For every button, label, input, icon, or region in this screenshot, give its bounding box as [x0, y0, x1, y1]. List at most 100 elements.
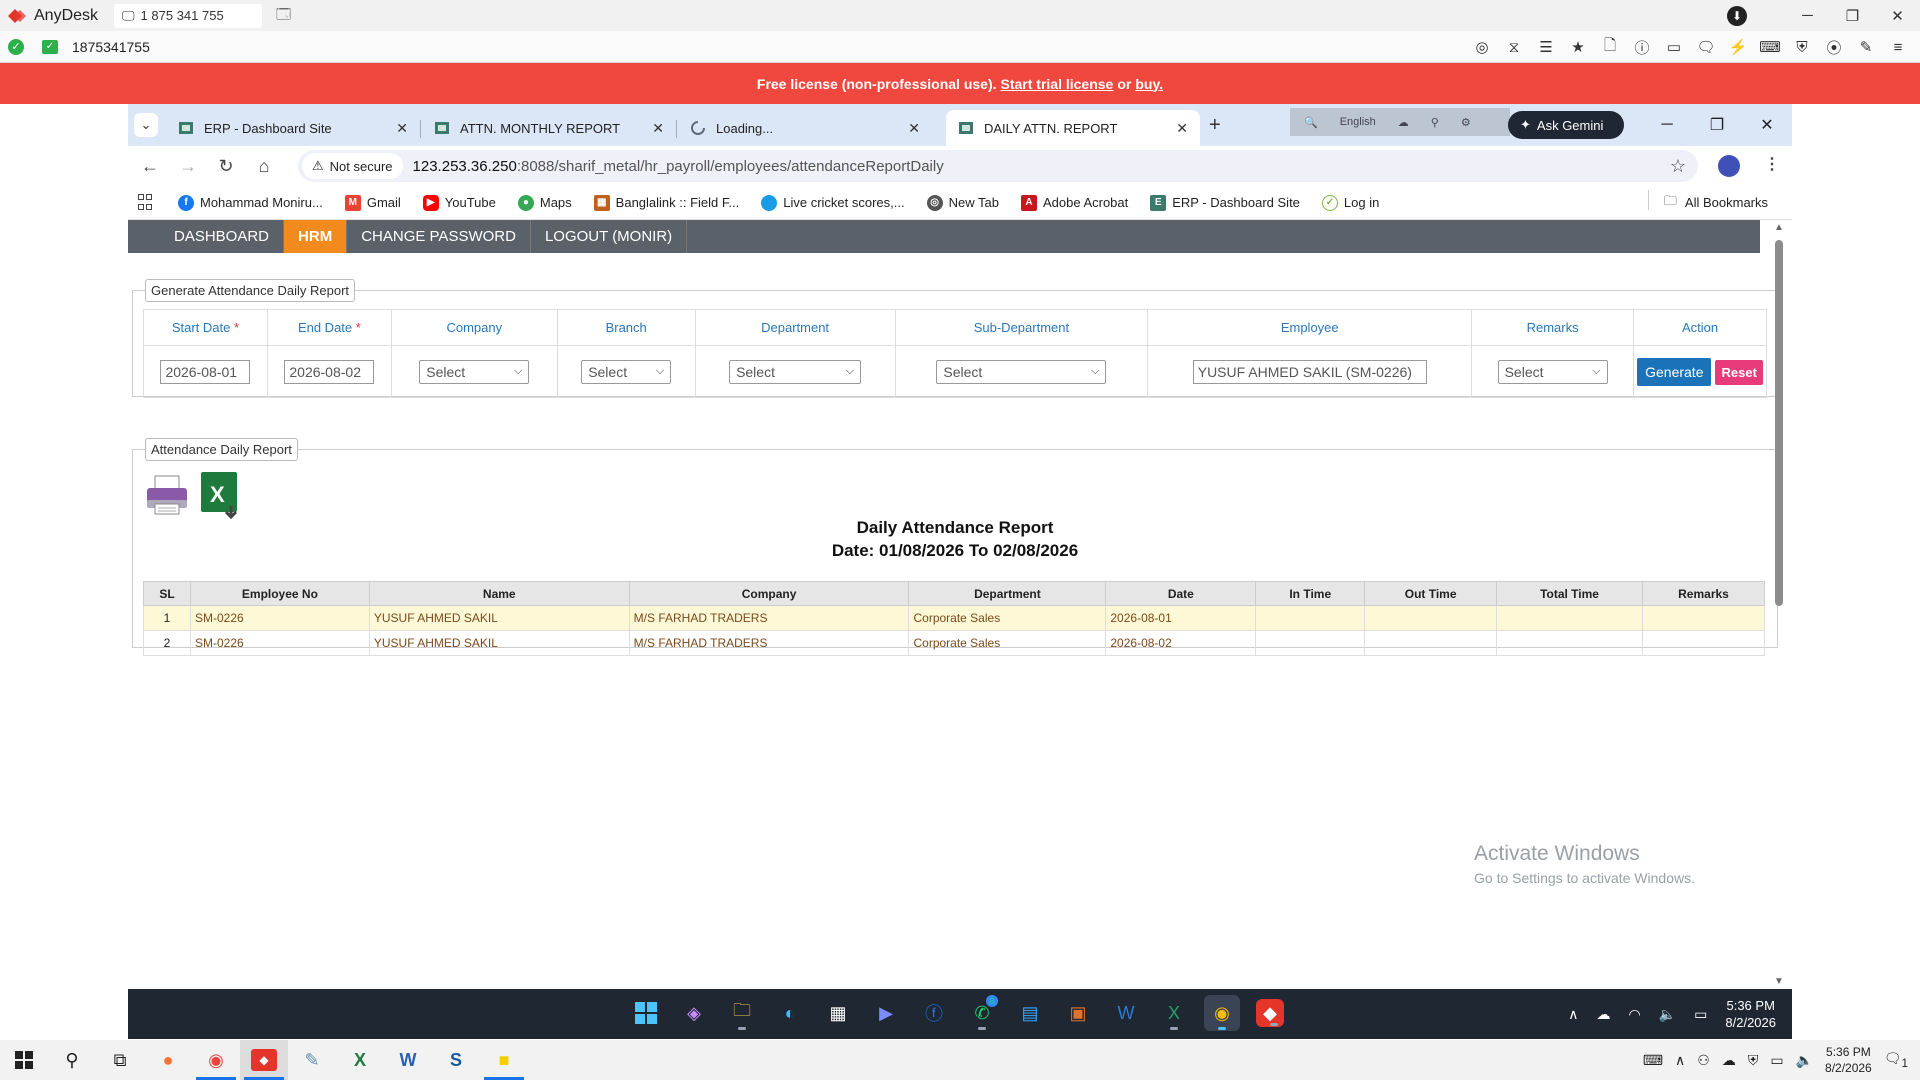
remote-screen[interactable]: ⌄ ERP - Dashboard Site ✕ ATTN. MONTHLY R… — [128, 104, 1792, 989]
windows-start-icon[interactable] — [0, 1040, 48, 1080]
volume-icon[interactable]: 🔈 — [1659, 1006, 1676, 1023]
table-row[interactable]: 1 SM-0226 YUSUF AHMED SAKIL M/S FARHAD T… — [143, 605, 1766, 631]
tab-search-icon[interactable]: ⌄ — [134, 113, 158, 137]
actions-icon[interactable]: ⚡ — [1728, 37, 1748, 57]
remote-address[interactable]: 1875341755 — [72, 39, 150, 55]
download-icon[interactable]: ⬇ — [1727, 5, 1747, 26]
file-explorer-icon[interactable]: 🗀 — [724, 995, 760, 1031]
apps-grid-icon[interactable] — [138, 193, 156, 212]
start-trial-link[interactable]: Start trial license — [1001, 76, 1114, 92]
wifi-icon[interactable]: ◠ — [1629, 1006, 1641, 1023]
browser-close-button[interactable]: ✕ — [1742, 115, 1792, 135]
timer-icon[interactable]: ⧖ — [1504, 37, 1524, 57]
excel-icon[interactable]: X — [1156, 995, 1192, 1031]
notification-icon[interactable]: 🗨1 — [1884, 1050, 1908, 1070]
sub-department-select[interactable]: Select ⌵ — [936, 359, 1107, 384]
bookmark-item[interactable]: ◎ New Tab — [926, 194, 999, 211]
privacy-icon[interactable]: ◎ — [1472, 37, 1492, 57]
tab-close-icon[interactable]: ✕ — [1176, 120, 1188, 137]
tab-attn-monthly[interactable]: ATTN. MONTHLY REPORT ✕ — [422, 110, 677, 146]
volume-icon[interactable]: 🔈 — [1796, 1052, 1813, 1069]
menu-hrm[interactable]: HRM — [284, 220, 348, 253]
database-icon[interactable]: ☰ — [1536, 37, 1556, 57]
tray-chevron-icon[interactable]: ∧ — [1675, 1052, 1685, 1069]
bookmark-item[interactable]: f Mohammad Moniru... — [178, 194, 323, 211]
tab-daily-attn[interactable]: DAILY ATTN. REPORT ✕ — [946, 110, 1200, 146]
excel-export-icon[interactable]: X — [199, 470, 243, 520]
all-bookmarks-button[interactable]: 🗀 All Bookmarks — [1647, 189, 1768, 214]
menu-icon[interactable]: ≡ — [1888, 37, 1908, 57]
tab-erp-dashboard[interactable]: ERP - Dashboard Site ✕ — [166, 110, 421, 146]
bookmark-star-icon[interactable]: ☆ — [1670, 156, 1686, 177]
file-icon[interactable]: 🗋 — [1600, 37, 1620, 57]
word-icon[interactable]: W — [384, 1040, 432, 1080]
edge-icon[interactable]: ◐ — [772, 995, 808, 1031]
home-icon[interactable]: ⌂ — [248, 156, 280, 177]
address-bar[interactable]: ⚠ Not secure 123.253.36.250:8088/sharif_… — [298, 150, 1698, 182]
zoom-icon[interactable]: 🔍 — [1304, 116, 1318, 129]
onedrive-icon[interactable]: ☁ — [1722, 1052, 1736, 1069]
scroll-up-icon[interactable]: ▲ — [1774, 222, 1784, 233]
tab-loading[interactable]: Loading... ✕ — [678, 110, 932, 146]
anydesk-taskbar-icon[interactable]: ◆ — [1256, 999, 1284, 1027]
permissions-icon[interactable]: ⛨ — [1792, 37, 1812, 57]
cloud-off-icon[interactable]: ☁ — [1597, 1006, 1611, 1023]
department-select[interactable]: Select ⌵ — [729, 359, 862, 384]
windows-start-icon[interactable] — [628, 995, 664, 1031]
close-button[interactable]: ✕ — [1875, 7, 1920, 25]
settings-icon[interactable]: ⚙ — [1461, 116, 1471, 129]
keyboard-layout-icon[interactable]: ⌨ — [1643, 1052, 1663, 1069]
bookmark-item[interactable]: ▦ Banglalink :: Field F... — [593, 194, 739, 211]
menu-logout[interactable]: LOGOUT (MONIR) — [531, 220, 688, 253]
notes-icon[interactable]: ✎ — [288, 1040, 336, 1080]
anydesk-icon[interactable]: ◆ — [240, 1040, 288, 1080]
sticky-notes-icon[interactable]: ■ — [480, 1040, 528, 1080]
calculator-icon[interactable]: ▤ — [1012, 995, 1048, 1031]
pin-icon[interactable]: ⚲ — [1431, 116, 1439, 129]
network-icon[interactable]: ▭ — [1770, 1052, 1783, 1069]
chrome-taskbar-icon[interactable]: ◉ — [1204, 995, 1240, 1031]
chrome-icon[interactable]: ◉ — [192, 1040, 240, 1080]
search-icon[interactable]: ⚲ — [48, 1040, 96, 1080]
skype-icon[interactable]: S — [432, 1040, 480, 1080]
keyboard-icon[interactable]: ⌨ — [1759, 37, 1781, 57]
remarks-select[interactable]: Select ⌵ — [1497, 359, 1608, 384]
profile-avatar[interactable] — [1718, 155, 1740, 177]
employee-input[interactable]: YUSUF AHMED SAKIL (SM-0226) — [1192, 359, 1427, 384]
remote-clock[interactable]: 5:36 PM 8/2/2026 — [1725, 997, 1776, 1031]
restore-button[interactable]: ❐ — [1830, 7, 1875, 25]
scroll-down-icon[interactable]: ▼ — [1774, 976, 1784, 987]
minimize-button[interactable]: ─ — [1785, 7, 1830, 24]
photo-app-icon[interactable]: ▣ — [1060, 995, 1096, 1031]
site-info-chip[interactable]: ⚠ Not secure — [302, 153, 403, 179]
menu-change-password[interactable]: CHANGE PASSWORD — [347, 220, 531, 253]
copilot-icon[interactable]: ◈ — [676, 995, 712, 1031]
reload-icon[interactable]: ↻ — [210, 156, 242, 177]
battery-icon[interactable]: ▭ — [1694, 1006, 1707, 1023]
new-tab-icon[interactable]: + — [1209, 114, 1221, 137]
browser-restore-button[interactable]: ❐ — [1692, 115, 1742, 135]
tray-chevron-icon[interactable]: ∧ — [1568, 1006, 1578, 1023]
info-icon[interactable]: ⓘ — [1632, 37, 1652, 57]
url-text[interactable]: 123.253.36.250:8088/sharif_metal/hr_payr… — [413, 158, 944, 175]
more-menu-icon[interactable]: ⋮ — [1764, 154, 1780, 174]
bookmark-item[interactable]: ✓ Log in — [1321, 194, 1379, 211]
generate-button[interactable]: Generate — [1637, 357, 1712, 386]
table-row[interactable]: 2 SM-0226 YUSUF AHMED SAKIL M/S FARHAD T… — [143, 630, 1766, 656]
whatsapp-icon[interactable]: ✆ 6 — [964, 995, 1000, 1031]
store-icon[interactable]: ▦ — [820, 995, 856, 1031]
record-icon[interactable]: ⦿ — [1824, 37, 1844, 57]
anydesk-session-tab[interactable]: 🖵 1 875 341 755 — [114, 3, 262, 28]
bookmark-item[interactable]: M Gmail — [344, 194, 401, 211]
tab-close-icon[interactable]: ✕ — [652, 120, 664, 137]
language-label[interactable]: English — [1340, 116, 1376, 128]
word-icon[interactable]: W — [1108, 995, 1144, 1031]
excel-icon[interactable]: X — [336, 1040, 384, 1080]
buy-link[interactable]: buy. — [1135, 76, 1163, 92]
tab-close-icon[interactable]: ✕ — [908, 120, 920, 137]
menu-dashboard[interactable]: DASHBOARD — [160, 220, 285, 253]
bookmark-item[interactable]: E ERP - Dashboard Site — [1150, 194, 1300, 211]
facebook-app-icon[interactable]: ⓕ — [916, 995, 952, 1031]
cloud-icon[interactable]: ☁ — [1398, 116, 1409, 129]
browser-minimize-button[interactable]: ─ — [1642, 116, 1692, 134]
